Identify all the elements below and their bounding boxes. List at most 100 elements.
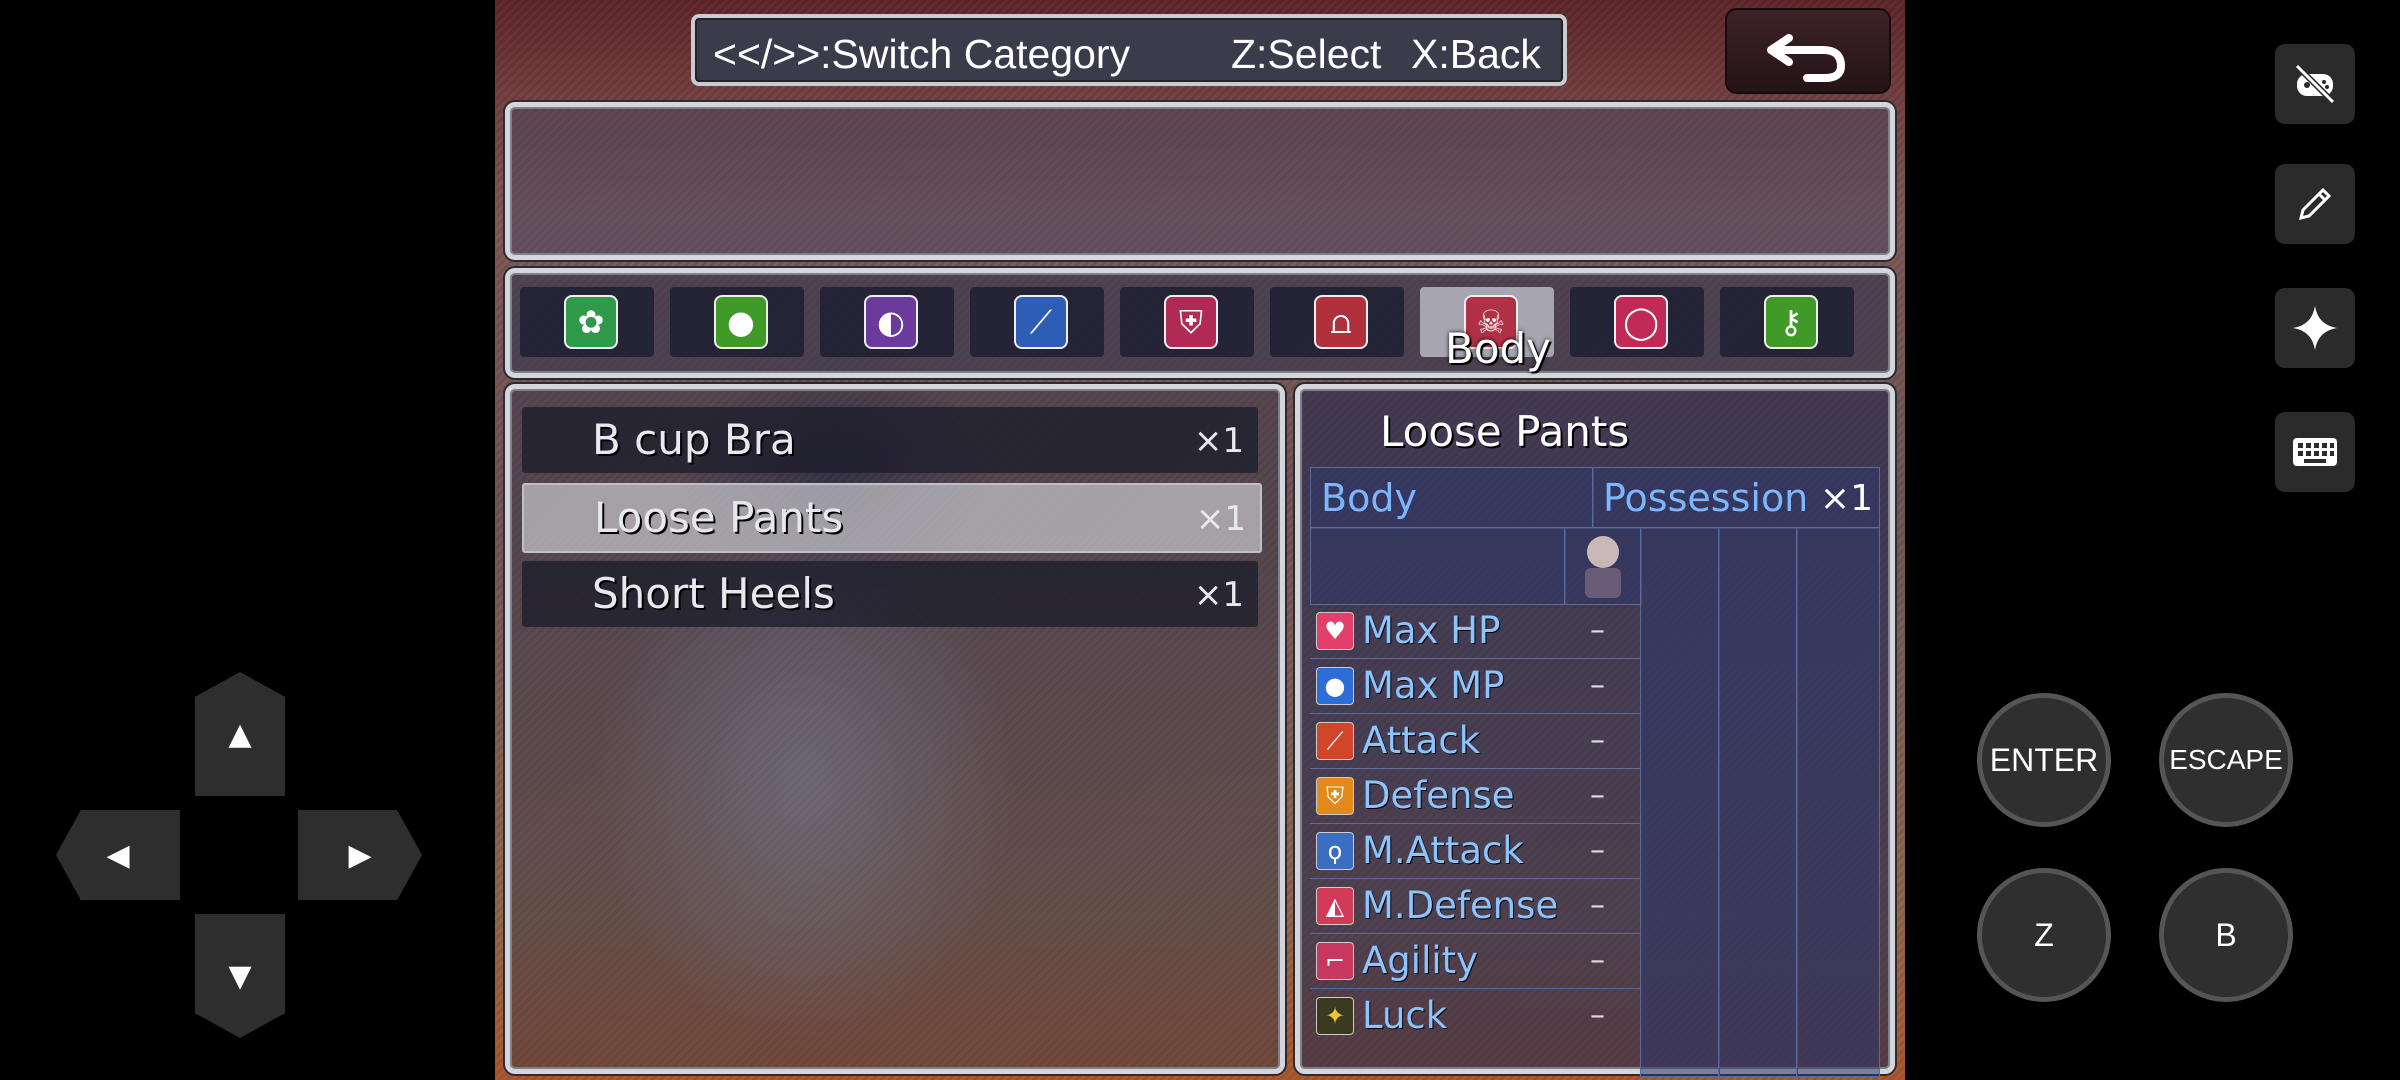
- luck-icon: ✦: [1316, 997, 1354, 1035]
- category-key-items[interactable]: ⚷: [1720, 287, 1854, 357]
- stat-value: –: [1590, 778, 1605, 813]
- back-button[interactable]: [1727, 10, 1889, 92]
- z-button[interactable]: Z: [1977, 868, 2111, 1002]
- stat-name: Max HP: [1362, 609, 1501, 652]
- stat-row: ✦ Luck –: [1310, 988, 1640, 1043]
- stat-value: –: [1590, 833, 1605, 868]
- portrait-row: [1310, 527, 1566, 605]
- stat-name: Max MP: [1362, 664, 1505, 707]
- actor-column: [1718, 527, 1798, 1077]
- sword-icon: ⟋: [1014, 295, 1068, 349]
- stat-value: –: [1590, 943, 1605, 978]
- magic-attack-icon: ϙ: [1316, 832, 1354, 870]
- item-name: B cup Bra: [592, 415, 796, 464]
- stat-row: ⌐ Agility –: [1310, 933, 1640, 989]
- stat-name: Defense: [1362, 774, 1515, 817]
- help-bar: <</>>:Switch Category Z:Select X:Back: [691, 14, 1567, 86]
- stat-value: –: [1590, 613, 1605, 648]
- category-label: Body: [1445, 324, 1552, 373]
- actor-column: [1796, 527, 1880, 1077]
- magic-defense-icon: ◭: [1316, 887, 1354, 925]
- mana-icon: ●: [1316, 667, 1354, 705]
- help-select: Z:Select: [1231, 31, 1382, 77]
- gamepad-off-icon: [2294, 63, 2336, 105]
- game-screen: <</>>:Switch Category Z:Select X:Back ✿ …: [495, 0, 1905, 1080]
- helmet-icon: ⩍: [1314, 295, 1368, 349]
- escape-button[interactable]: ESCAPE: [2159, 693, 2293, 827]
- stat-name: M.Defense: [1362, 884, 1559, 927]
- stat-row: ◭ M.Defense –: [1310, 878, 1640, 934]
- actor-portrait-icon: [1585, 536, 1621, 598]
- bomb-icon: ●: [714, 295, 768, 349]
- orb-icon: ◐: [864, 295, 918, 349]
- possession-qty: ×1: [1819, 478, 1873, 519]
- stat-row: ϙ M.Attack –: [1310, 823, 1640, 879]
- stat-value: –: [1590, 998, 1605, 1033]
- shield-icon: ⛨: [1164, 295, 1218, 349]
- help-switch-category: <</>>:Switch Category: [713, 31, 1131, 77]
- stat-row: ⟋ Attack –: [1310, 713, 1640, 769]
- category-weapons[interactable]: ⟋: [970, 287, 1104, 357]
- attack-icon: ⟋: [1316, 722, 1354, 760]
- detail-title: Loose Pants: [1380, 407, 1630, 456]
- keyboard-button[interactable]: [2275, 412, 2355, 492]
- up-arrow-icon: ▲: [228, 716, 252, 752]
- list-item[interactable]: B cup Bra ×1: [522, 407, 1258, 473]
- stat-row: ♥ Max HP –: [1310, 603, 1640, 659]
- actor-column: [1640, 527, 1720, 1077]
- category-items[interactable]: ✿: [520, 287, 654, 357]
- bag-icon: ✿: [564, 295, 618, 349]
- defense-icon: ⛨: [1316, 777, 1354, 815]
- category-bombs[interactable]: ●: [670, 287, 804, 357]
- pencil-icon: [2298, 187, 2332, 221]
- stat-value: –: [1590, 888, 1605, 923]
- stat-name: Attack: [1362, 719, 1481, 762]
- slot-label: Body: [1321, 476, 1417, 520]
- category-shields[interactable]: ⛨: [1120, 287, 1254, 357]
- item-detail: Loose Pants Body Possession ×1 ♥ Max HP …: [1295, 384, 1895, 1077]
- sparkle-button[interactable]: [2275, 288, 2355, 368]
- item-qty: ×1: [1193, 421, 1244, 461]
- item-qty: ×1: [1193, 575, 1244, 615]
- list-item[interactable]: Short Heels ×1: [522, 561, 1258, 627]
- possession-cell: Possession ×1: [1592, 467, 1880, 529]
- stat-value: –: [1590, 723, 1605, 758]
- description-panel: [505, 102, 1895, 260]
- agility-icon: ⌐: [1316, 942, 1354, 980]
- enter-button[interactable]: ENTER: [1977, 693, 2111, 827]
- item-qty: ×1: [1195, 499, 1246, 539]
- stat-name: M.Attack: [1362, 829, 1524, 872]
- category-bar: ✿ ● ◐ ⟋ ⛨ ⩍ ☠ ◯ ⚷: [505, 268, 1895, 378]
- key-icon: ⚷: [1764, 295, 1818, 349]
- right-arrow-icon: ▶: [348, 837, 372, 873]
- category-accessory[interactable]: ◯: [1570, 287, 1704, 357]
- dpad-down[interactable]: ▼: [195, 914, 285, 1038]
- stat-name: Agility: [1362, 939, 1479, 982]
- stat-name: Luck: [1362, 994, 1448, 1037]
- possession-label: Possession: [1603, 476, 1809, 520]
- dpad-right[interactable]: ▶: [298, 810, 422, 900]
- stat-row: ● Max MP –: [1310, 658, 1640, 714]
- sparkle-icon: [2293, 306, 2337, 350]
- return-arrow-icon: [1767, 34, 1845, 82]
- stat-row: ⛨ Defense –: [1310, 768, 1640, 824]
- slot-cell: Body: [1310, 467, 1594, 529]
- gamepad-toggle-button[interactable]: [2275, 44, 2355, 124]
- left-arrow-icon: ◀: [106, 837, 130, 873]
- b-button[interactable]: B: [2159, 868, 2293, 1002]
- edit-button[interactable]: [2275, 164, 2355, 244]
- item-name: Loose Pants: [594, 493, 844, 542]
- list-item-selected[interactable]: Loose Pants ×1: [522, 483, 1262, 553]
- help-back: X:Back: [1411, 31, 1541, 77]
- down-arrow-icon: ▼: [228, 958, 252, 994]
- ring-icon: ◯: [1614, 295, 1668, 349]
- dpad-up[interactable]: ▲: [195, 672, 285, 796]
- item-list: B cup Bra ×1 Loose Pants ×1 Short Heels …: [505, 384, 1285, 1074]
- dpad-left[interactable]: ◀: [56, 810, 180, 900]
- heart-icon: ♥: [1316, 612, 1354, 650]
- category-orbs[interactable]: ◐: [820, 287, 954, 357]
- stat-value: –: [1590, 668, 1605, 703]
- category-head[interactable]: ⩍: [1270, 287, 1404, 357]
- actor-cell: [1564, 527, 1642, 605]
- item-name: Short Heels: [592, 569, 835, 618]
